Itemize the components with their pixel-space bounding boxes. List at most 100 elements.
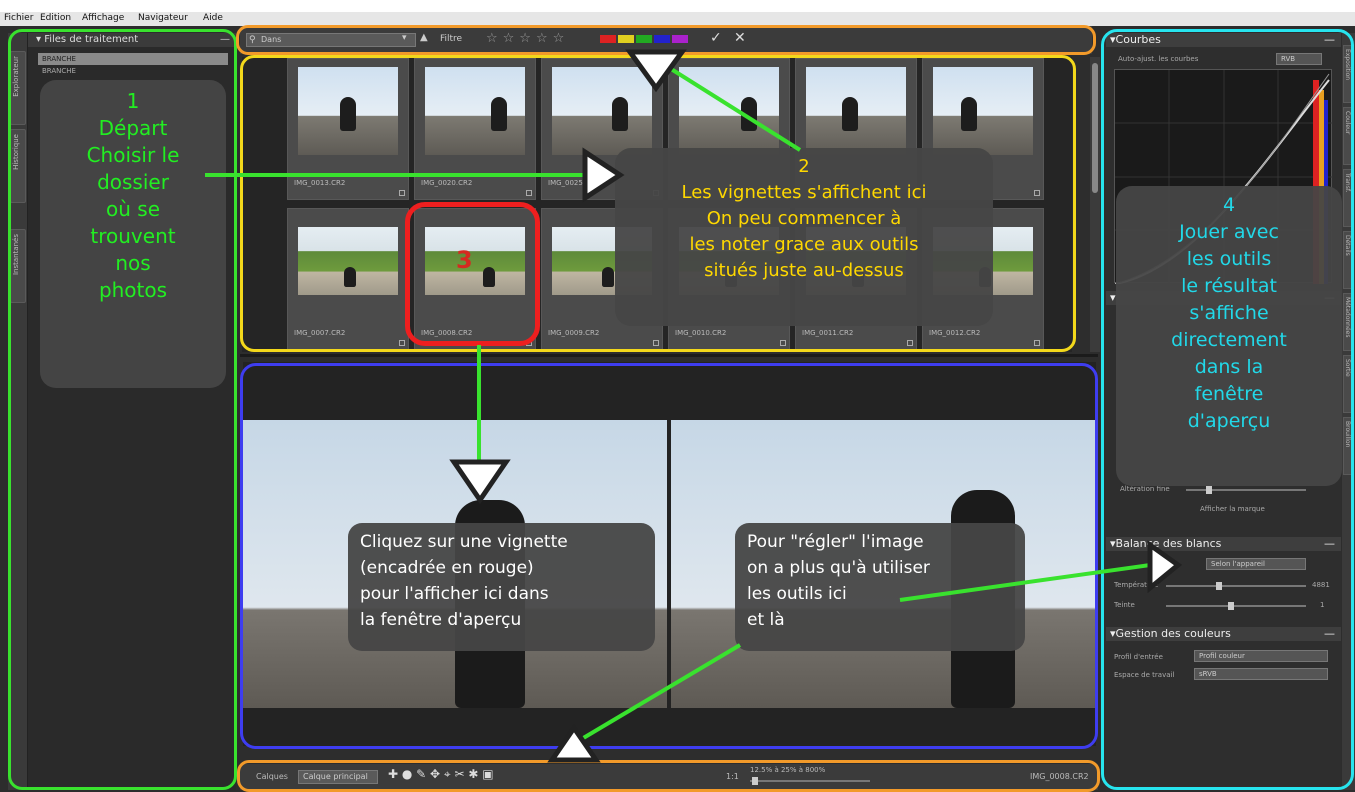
person-figure: [344, 267, 356, 287]
slider-thumb[interactable]: [1228, 602, 1234, 610]
person-figure: [483, 267, 495, 287]
queue-panel-header[interactable]: ▾ Files de traitement —: [28, 33, 236, 47]
menu-navigateur[interactable]: Navigateur: [138, 13, 188, 23]
slider-thumb[interactable]: [1216, 582, 1222, 590]
wb-tint-label: Teinte: [1114, 601, 1135, 609]
zoom-value[interactable]: 1:1: [726, 772, 739, 781]
tab-draft-label: Brouillon: [1344, 421, 1351, 448]
tab-exposition[interactable]: Exposition: [1343, 45, 1354, 103]
callout-3-text: Cliquez sur une vignette (encadrée en ro…: [360, 532, 568, 630]
person-figure: [612, 97, 628, 131]
filter-dropdown-icon[interactable]: ▾: [402, 33, 407, 43]
thumbnail-marker-icon: [653, 340, 659, 346]
callout-5-number: 4: [1222, 194, 1236, 216]
thumbnail-image: [298, 67, 398, 155]
thumbnail-caption: IMG_0007.CR2: [294, 329, 346, 337]
color-management-header[interactable]: ▾Gestion des couleurs —: [1106, 627, 1341, 641]
callout-1: 1 Départ Choisir le dossier où se trouve…: [40, 80, 226, 388]
zoom-slider-thumb[interactable]: [752, 777, 758, 785]
left-vertical-tabs: Explorateur Historique Instantanés: [8, 33, 28, 790]
white-balance-header[interactable]: ▾Balance des blancs —: [1106, 537, 1341, 551]
wb-temperature-label: Température: [1114, 581, 1159, 589]
thumbnail-marker-icon: [526, 340, 532, 346]
callout-2: 2 Les vignettes s'affichent ici On peu c…: [615, 148, 993, 326]
collapse-icon[interactable]: —: [220, 33, 230, 47]
filter-field[interactable]: ⚲ Dans: [246, 33, 416, 47]
tab-transformation[interactable]: Transf.: [1343, 169, 1354, 227]
curves-header[interactable]: ▾Courbes —: [1106, 33, 1341, 47]
wb-temperature-value: 4881: [1312, 581, 1330, 589]
zoom-slider[interactable]: [750, 777, 870, 785]
show-mark-checkbox[interactable]: Afficher la marque: [1200, 505, 1265, 513]
input-profile-select[interactable]: Profil couleur: [1194, 650, 1328, 662]
collapse-icon[interactable]: —: [1324, 627, 1335, 641]
curves-auto-checkbox[interactable]: Auto-ajust. les courbes: [1118, 55, 1198, 63]
menu-fichier[interactable]: Fichier: [4, 13, 33, 23]
tab-draft[interactable]: Brouillon: [1343, 417, 1354, 475]
color-management-title: Gestion des couleurs: [1115, 627, 1231, 640]
right-vertical-tabs: Exposition Couleur Transf. Détails Métad…: [1342, 33, 1355, 790]
curves-mode-select[interactable]: RVB: [1276, 53, 1322, 65]
thumbnail-selected[interactable]: IMG_0008.CR2: [414, 208, 536, 350]
tab-explorateur[interactable]: Explorateur: [10, 51, 26, 125]
thumbnail-caption: IMG_0025.CR2: [548, 179, 600, 187]
menu-affichage[interactable]: Affichage: [82, 13, 124, 23]
callout-5: 4 Jouer avec les outils le résultat s'af…: [1116, 186, 1342, 486]
color-label-yellow[interactable]: [618, 35, 634, 43]
callout-2-text: Les vignettes s'affichent ici On peu com…: [681, 182, 927, 281]
callout-2-number: 2: [798, 156, 810, 177]
color-label-green[interactable]: [636, 35, 652, 43]
thumbnail-marker-icon: [1034, 340, 1040, 346]
slider-thumb[interactable]: [1206, 486, 1212, 494]
tab-metadata[interactable]: Métadonnées: [1343, 293, 1354, 351]
panel-divider[interactable]: [240, 354, 1098, 357]
thumbnail-marker-icon: [526, 190, 532, 196]
layers-label: Calques: [256, 772, 288, 781]
sort-up-icon[interactable]: ▲: [420, 32, 428, 43]
thumbnail[interactable]: IMG_0007.CR2: [287, 208, 409, 350]
tab-historique[interactable]: Historique: [10, 129, 26, 203]
tab-couleur-label: Couleur: [1344, 111, 1351, 135]
tab-output[interactable]: Sortie: [1343, 355, 1354, 413]
person-figure: [741, 97, 757, 131]
tab-details[interactable]: Détails: [1343, 231, 1354, 289]
working-space-select[interactable]: sRVB: [1194, 668, 1328, 680]
thumbnail[interactable]: IMG_0020.CR2: [414, 58, 536, 200]
thumbnail[interactable]: IMG_0013.CR2: [287, 58, 409, 200]
thumbnail-marker-icon: [1034, 190, 1040, 196]
queue-panel-title: Files de traitement: [44, 34, 139, 45]
color-label-red[interactable]: [600, 35, 616, 43]
close-icon[interactable]: ✕: [734, 30, 746, 46]
alteration-label: Altération fine: [1120, 485, 1170, 493]
layer-select[interactable]: Calque principal: [298, 770, 378, 784]
thumbnail-image: [298, 227, 398, 295]
thumbnail-image: [552, 67, 652, 155]
color-label-purple[interactable]: [672, 35, 688, 43]
tab-couleur[interactable]: Couleur: [1343, 107, 1354, 165]
wb-method-select[interactable]: Selon l'appareil: [1206, 558, 1306, 570]
scrollbar-thumb[interactable]: [1092, 63, 1098, 193]
wb-temperature-slider[interactable]: [1166, 582, 1306, 590]
collapse-icon[interactable]: —: [1324, 537, 1335, 551]
collapse-icon[interactable]: —: [1324, 33, 1335, 47]
callout-3: Cliquez sur une vignette (encadrée en ro…: [348, 523, 655, 651]
menu-edition[interactable]: Edition: [40, 13, 71, 23]
queue-item-selected[interactable]: BRANCHE: [38, 53, 228, 65]
bottom-toolbar: Calques Calque principal ✚ ● ✎ ✥ ⌖ ✂ ✱ ▣…: [240, 764, 1098, 790]
color-label-blue[interactable]: [654, 35, 670, 43]
thumbnail-scrollbar[interactable]: [1090, 57, 1100, 352]
working-space-label: Espace de travail: [1114, 671, 1175, 679]
menu-aide[interactable]: Aide: [203, 13, 223, 23]
queue-item[interactable]: BRANCHE: [42, 67, 76, 75]
alteration-slider[interactable]: [1186, 486, 1306, 494]
rating-stars[interactable]: ☆☆☆☆☆: [486, 31, 569, 46]
color-labels: [600, 35, 690, 43]
callout-1-number: 1: [126, 89, 140, 113]
menu-bar: Fichier Edition Affichage Navigateur Aid…: [0, 12, 1355, 26]
thumbnail-marker-icon: [780, 340, 786, 346]
curves-title: Courbes: [1115, 33, 1161, 46]
wb-tint-slider[interactable]: [1166, 602, 1306, 610]
check-icon[interactable]: ✓: [710, 30, 722, 46]
tab-instantanes[interactable]: Instantanés: [10, 229, 26, 303]
tool-icons[interactable]: ✚ ● ✎ ✥ ⌖ ✂ ✱ ▣: [388, 767, 494, 782]
